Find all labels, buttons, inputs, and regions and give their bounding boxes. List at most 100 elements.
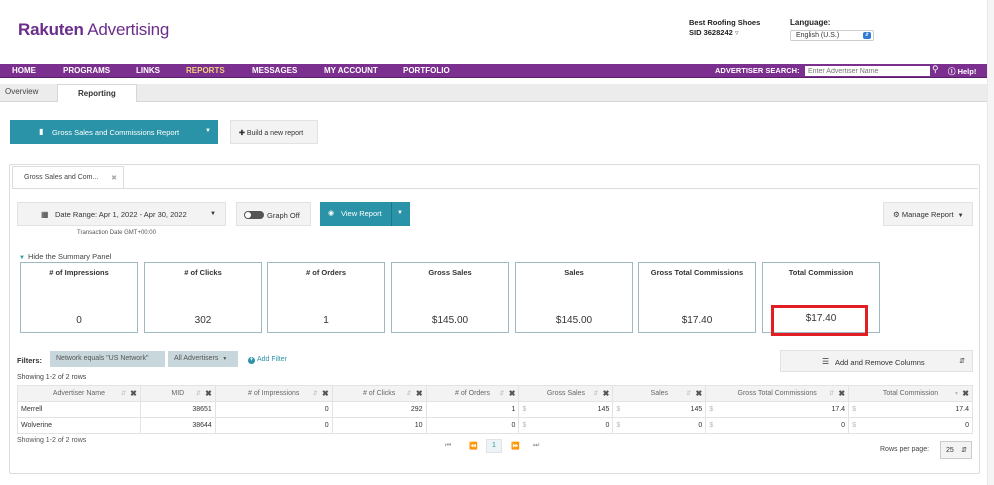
first-page-icon[interactable]: ⏮ bbox=[445, 442, 451, 450]
key-icon[interactable]: ⚲ bbox=[932, 64, 939, 75]
tab-overview[interactable]: Overview bbox=[5, 87, 38, 96]
logo-bold-text: Rakuten bbox=[18, 20, 84, 39]
cell-value: 145 bbox=[597, 406, 610, 413]
cell-mid: 38651 bbox=[139, 401, 216, 418]
language-select[interactable]: English (U.S.) ⇵ bbox=[790, 30, 874, 41]
cell-clicks: 292 bbox=[331, 401, 427, 418]
cell-orders: 1 bbox=[425, 401, 520, 418]
nav-programs[interactable]: PROGRAMS bbox=[63, 66, 110, 75]
toggle-switch[interactable] bbox=[244, 211, 264, 219]
updown-arrow-icon: ⇵ bbox=[961, 447, 967, 454]
report-tab[interactable]: Gross Sales and Com... ✖ bbox=[12, 166, 124, 188]
summary-card-sales: Sales $145.00 bbox=[515, 262, 633, 333]
report-select-button[interactable]: ▮ Gross Sales and Commissions Report ▼ bbox=[10, 120, 218, 144]
card-title: Gross Total Commissions bbox=[650, 268, 744, 277]
sort-icon[interactable]: ⇵ bbox=[313, 390, 318, 397]
graph-toggle[interactable]: Graph Off bbox=[236, 202, 311, 226]
card-value: 302 bbox=[194, 315, 212, 326]
account-dropdown-icon[interactable]: ▿ bbox=[735, 28, 739, 37]
sort-icon[interactable]: ⇵ bbox=[121, 390, 126, 397]
tab-divider bbox=[12, 188, 978, 189]
sort-icon[interactable]: ⇵ bbox=[196, 390, 201, 397]
hide-summary-toggle[interactable]: ▼ Hide the Summary Panel bbox=[19, 252, 111, 261]
hide-summary-label: Hide the Summary Panel bbox=[27, 252, 112, 261]
tab-reporting[interactable]: Reporting bbox=[57, 84, 137, 102]
table-header-row: Advertiser Name ⇵ ✖ MID ⇵ ✖ # of Impressions… bbox=[17, 385, 973, 402]
help-link[interactable]: ⓘ Help! bbox=[948, 66, 976, 77]
currency-symbol: $ bbox=[522, 406, 527, 413]
close-tab-icon[interactable]: ✖ bbox=[111, 174, 117, 182]
cell-value: 0 bbox=[605, 422, 610, 429]
column-header[interactable]: # of Clicks ⇵ ✖ bbox=[331, 385, 427, 402]
view-report-button[interactable]: ◉ View Report ▼ bbox=[320, 202, 410, 226]
date-range-label: Date Range: Apr 1, 2022 - Apr 30, 2022 bbox=[55, 210, 187, 219]
remove-column-icon[interactable]: ✖ bbox=[696, 389, 703, 398]
current-page[interactable]: 1 bbox=[486, 439, 502, 453]
rows-per-page-label: Rows per page: bbox=[880, 446, 930, 453]
remove-column-icon[interactable]: ✖ bbox=[322, 389, 329, 398]
document-icon: ▮ bbox=[39, 127, 44, 136]
cell-value: 145 bbox=[690, 406, 703, 413]
currency-symbol: $ bbox=[709, 422, 714, 429]
nav-links[interactable]: LINKS bbox=[136, 66, 160, 75]
column-header[interactable]: Total Commission ▾ ✖ bbox=[848, 385, 973, 402]
sort-icon[interactable]: ⇵ bbox=[829, 390, 834, 397]
filter-chip-advertisers[interactable]: All Advertisers ▼ bbox=[168, 351, 238, 367]
manage-report-label: Manage Report bbox=[901, 210, 954, 219]
add-filter-button[interactable]: + Add Filter bbox=[248, 356, 287, 364]
cell-clicks: 10 bbox=[331, 417, 427, 434]
next-page-icon[interactable]: ⏩ bbox=[511, 442, 520, 450]
manage-report-button[interactable]: ⚙ Manage Report ▼ bbox=[883, 202, 973, 226]
nav-portfolio[interactable]: PORTFOLIO bbox=[403, 66, 450, 75]
prev-page-icon[interactable]: ⏪ bbox=[469, 442, 478, 450]
remove-column-icon[interactable]: ✖ bbox=[130, 389, 137, 398]
remove-column-icon[interactable]: ✖ bbox=[205, 389, 212, 398]
rakuten-advertising-logo[interactable]: Rakuten Advertising bbox=[18, 20, 169, 40]
summary-card-clicks: # of Clicks 302 bbox=[144, 262, 262, 333]
view-report-label: View Report bbox=[341, 209, 382, 218]
column-header-label: Total Commission bbox=[882, 390, 939, 397]
column-header[interactable]: # of Orders ⇵ ✖ bbox=[425, 385, 520, 402]
select-spinner-icon: ⇵ bbox=[863, 32, 871, 39]
split-divider bbox=[391, 202, 392, 226]
column-header[interactable]: # of Impressions ⇵ ✖ bbox=[214, 385, 333, 402]
remove-column-icon[interactable]: ✖ bbox=[962, 389, 969, 398]
advertiser-search-input[interactable] bbox=[805, 66, 930, 76]
sort-icon[interactable]: ⇵ bbox=[593, 390, 598, 397]
sort-icon[interactable]: ⇵ bbox=[686, 390, 691, 397]
list-icon: ☰ bbox=[822, 357, 830, 366]
column-header[interactable]: Gross Total Commissions ⇵ ✖ bbox=[705, 385, 850, 402]
card-title: Gross Sales bbox=[428, 268, 472, 277]
view-report-dropdown-icon[interactable]: ▼ bbox=[397, 210, 403, 216]
sort-icon[interactable]: ⇵ bbox=[499, 390, 504, 397]
filter-chip-network[interactable]: Network equals "US Network" bbox=[50, 351, 165, 367]
account-info[interactable]: Best Roofing Shoes SID 3628242 ▿ bbox=[689, 18, 760, 38]
remove-column-icon[interactable]: ✖ bbox=[838, 389, 845, 398]
sort-desc-icon[interactable]: ▾ bbox=[955, 390, 958, 397]
nav-reports[interactable]: REPORTS bbox=[186, 66, 225, 75]
rows-per-page-select[interactable]: 25 ⇵ bbox=[940, 441, 972, 459]
column-header[interactable]: Sales ⇵ ✖ bbox=[612, 385, 707, 402]
rows-count-bottom: Showing 1-2 of 2 rows bbox=[17, 437, 87, 444]
date-range-button[interactable]: ▦ Date Range: Apr 1, 2022 - Apr 30, 2022… bbox=[17, 202, 226, 226]
page-scrollbar[interactable] bbox=[987, 0, 994, 485]
column-header[interactable]: Advertiser Name ⇵ ✖ bbox=[17, 385, 141, 402]
gear-icon: ⚙ bbox=[893, 210, 900, 219]
build-new-report-button[interactable]: ✚ Build a new report bbox=[230, 120, 318, 144]
column-header-label: # of Impressions bbox=[248, 390, 300, 397]
add-remove-columns-button[interactable]: ☰ Add and Remove Columns ⇵ bbox=[780, 350, 973, 372]
sort-icon[interactable]: ⇵ bbox=[407, 390, 412, 397]
remove-column-icon[interactable]: ✖ bbox=[603, 389, 610, 398]
cell-advertiser-name: Wolverine bbox=[17, 417, 141, 434]
nav-messages[interactable]: MESSAGES bbox=[252, 66, 297, 75]
cell-gross-sales: $0 bbox=[518, 417, 614, 434]
column-header[interactable]: Gross Sales ⇵ ✖ bbox=[518, 385, 614, 402]
card-value: 1 bbox=[323, 315, 329, 326]
nav-my-account[interactable]: MY ACCOUNT bbox=[324, 66, 378, 75]
nav-home[interactable]: HOME bbox=[12, 66, 36, 75]
remove-column-icon[interactable]: ✖ bbox=[509, 389, 516, 398]
last-page-icon[interactable]: ⏭ bbox=[533, 442, 539, 450]
column-header[interactable]: MID ⇵ ✖ bbox=[139, 385, 216, 402]
remove-column-icon[interactable]: ✖ bbox=[416, 389, 423, 398]
filters-label: Filters: bbox=[17, 356, 43, 365]
